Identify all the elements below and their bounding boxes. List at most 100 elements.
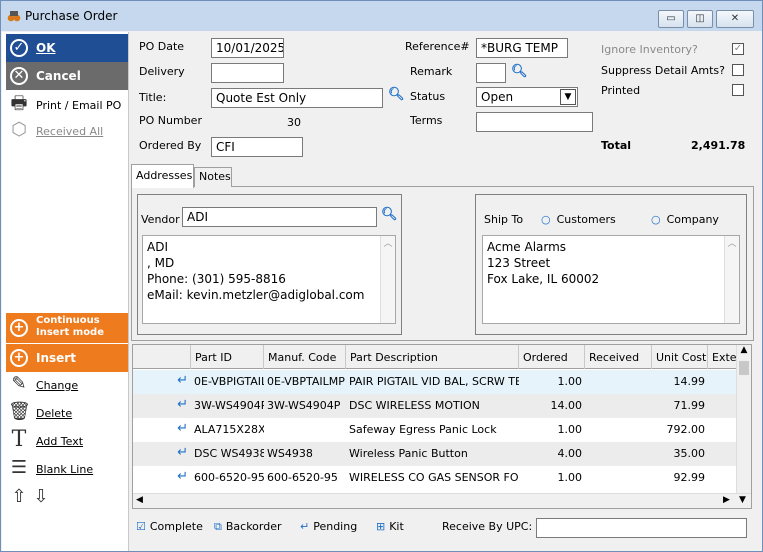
status-select[interactable]: Open ▼ (476, 87, 578, 107)
po-number-label: PO Number (139, 114, 202, 127)
complete-check-icon: ☑ (136, 520, 146, 533)
manuf-code-cell: 3W-WS4904P (267, 399, 341, 412)
suppress-detail-label: Suppress Detail Amts? (601, 64, 725, 77)
delivery-field[interactable] (211, 63, 284, 83)
backorder-label: Backorder (225, 520, 282, 533)
po-date-label: PO Date (139, 40, 185, 53)
cancel-button[interactable]: ✕ Cancel (6, 62, 128, 90)
ignore-inventory-checkbox[interactable]: ✓ (732, 43, 744, 55)
ordered-cell: 4.00 (557, 447, 583, 460)
column-header-part-id[interactable]: Part ID (191, 345, 264, 369)
vendor-address-scrollbar[interactable]: ︿ (380, 236, 395, 323)
footer-bar: ☑ Complete ⧉ Backorder ↵ Pending ⊞ Kit Recei… (132, 516, 752, 540)
delivery-label: Delivery (139, 65, 185, 78)
customers-label: Customers (556, 213, 616, 226)
remark-search-icon[interactable]: 🔍︎ (511, 64, 528, 79)
table-row[interactable]: ↵ 3W-WS4904P 3W-WS4904P DSC WIRELESS MOTION… (133, 394, 738, 418)
kit-legend: ⊞ Kit (376, 520, 404, 533)
received-cell (585, 370, 652, 394)
print-email-po-button[interactable]: 🖶 Print / Email PO (8, 94, 128, 116)
pending-legend: ↵ Pending (300, 520, 357, 533)
scroll-thumb[interactable] (739, 361, 749, 375)
tab-notes[interactable]: Notes (194, 167, 232, 187)
suppress-detail-checkbox[interactable] (732, 64, 744, 76)
add-text-button[interactable]: T Add Text (8, 429, 128, 452)
vendor-address-line: ADI (147, 240, 168, 254)
grid-horizontal-scrollbar[interactable]: ◀ ▶ ▼ (133, 493, 751, 508)
description-cell: Safeway Egress Panic Lock (349, 423, 497, 436)
blank-line-icon: ☰ (10, 457, 28, 478)
pending-return-icon: ↵ (177, 469, 188, 484)
company-label: Company (666, 213, 719, 226)
remark-field[interactable] (476, 63, 506, 83)
table-row[interactable]: ↵ 600-6520-95 600-6520-95 WIRELESS CO GAS S… (133, 466, 738, 490)
ship-to-address-box[interactable]: Acme Alarms 123 Street Fox Lake, IL 6000… (482, 235, 740, 324)
company-radio[interactable]: ○ Company (651, 213, 719, 226)
box-icon: ⬡ (11, 119, 27, 140)
vendor-address-box[interactable]: ADI , MD Phone: (301) 595-8816 eMail: ke… (142, 235, 396, 324)
trash-icon: 🗑 (8, 401, 31, 422)
chevron-down-icon: ▼ (560, 89, 576, 105)
title-field[interactable]: Quote Est Only (211, 88, 383, 108)
kit-label: Kit (389, 520, 404, 533)
unit-cost-cell: 71.99 (673, 399, 706, 412)
column-header-received[interactable]: Received (585, 345, 652, 369)
close-button[interactable]: ✕ (716, 10, 754, 28)
table-row[interactable]: ↵ 0E-VBPIGTAIL 0E-VBPTAILMP PAIR PIGTAIL VI… (133, 370, 738, 394)
grid-header: Part ID Manuf. Code Part Description Ord… (133, 345, 751, 369)
scroll-left-icon[interactable]: ◀ (136, 495, 143, 505)
radio-circle-icon: ○ (651, 213, 661, 226)
reference-field[interactable]: *BURG TEMP (476, 38, 568, 58)
unit-cost-cell: 92.99 (673, 471, 706, 484)
table-row[interactable]: ↵ DSC WS4938 WS4938 Wireless Panic Button 4.… (133, 442, 738, 466)
total-label: Total (601, 139, 632, 152)
ship-to-address-scrollbar[interactable]: ︿ (724, 236, 739, 323)
print-label: Print / Email PO (36, 99, 122, 112)
tab-addresses[interactable]: Addresses (131, 164, 194, 188)
cancel-x-icon: ✕ (10, 67, 28, 85)
customers-radio[interactable]: ○ Customers (541, 213, 616, 226)
delete-button[interactable]: 🗑 Delete (8, 402, 128, 424)
change-button[interactable]: ✎ Change (8, 374, 128, 396)
column-header-description[interactable]: Part Description (346, 345, 519, 369)
scroll-right-icon[interactable]: ▶ (723, 495, 730, 505)
vendor-search-icon[interactable]: 🔍︎ (381, 207, 398, 222)
vendor-field[interactable]: ADI (182, 207, 377, 227)
receive-by-upc-field[interactable] (536, 518, 747, 538)
terms-field[interactable] (476, 112, 593, 132)
part-id-cell: 0E-VBPIGTAIL (194, 375, 264, 388)
move-up-button[interactable]: ⇧ (8, 487, 30, 509)
printed-checkbox[interactable] (732, 84, 744, 96)
grid-header-blank (133, 345, 191, 369)
ordered-cell: 14.00 (550, 399, 583, 412)
description-cell: Wireless Panic Button (349, 447, 468, 460)
received-cell (585, 442, 652, 466)
arrow-down-icon: ⇩ (33, 486, 49, 507)
title-search-icon[interactable]: 🔍︎ (388, 87, 405, 102)
po-date-field[interactable]: 10/01/2025 (211, 38, 284, 58)
move-down-button[interactable]: ⇩ (30, 487, 52, 509)
status-value: Open (481, 90, 514, 104)
blank-line-button[interactable]: ☰ Blank Line (8, 458, 128, 480)
scroll-down-icon[interactable]: ▼ (739, 495, 746, 505)
vendor-address-line: eMail: kevin.metzler@adiglobal.com (147, 288, 365, 302)
column-header-extended[interactable]: Exte (708, 345, 738, 369)
pending-return-icon: ↵ (177, 445, 188, 460)
maximize-button[interactable]: ◫ (687, 10, 713, 28)
grid-vertical-scrollbar[interactable]: ▲ (736, 345, 751, 495)
scroll-up-icon[interactable]: ▲ (737, 345, 751, 361)
ordered-by-field[interactable]: CFI (211, 137, 303, 157)
column-header-unit-cost[interactable]: Unit Cost (652, 345, 708, 369)
column-header-manuf-code[interactable]: Manuf. Code (264, 345, 346, 369)
manuf-code-cell: 600-6520-95 (267, 471, 338, 484)
minimize-button[interactable]: ▭ (658, 10, 684, 28)
received-all-button[interactable]: ⬡ Received All (8, 120, 128, 142)
arrow-up-icon: ⇧ (11, 486, 27, 507)
continuous-insert-mode-button[interactable]: + Continuous Insert mode (6, 313, 128, 343)
insert-button[interactable]: + Insert (6, 344, 128, 372)
ok-button[interactable]: ✓ OK (6, 34, 128, 62)
part-id-cell: 3W-WS4904P (194, 399, 264, 412)
column-header-ordered[interactable]: Ordered (519, 345, 585, 369)
table-row[interactable]: ↵ ALA715X28X Safeway Egress Panic Lock 1.00… (133, 418, 738, 442)
delete-label: Delete (36, 407, 73, 420)
